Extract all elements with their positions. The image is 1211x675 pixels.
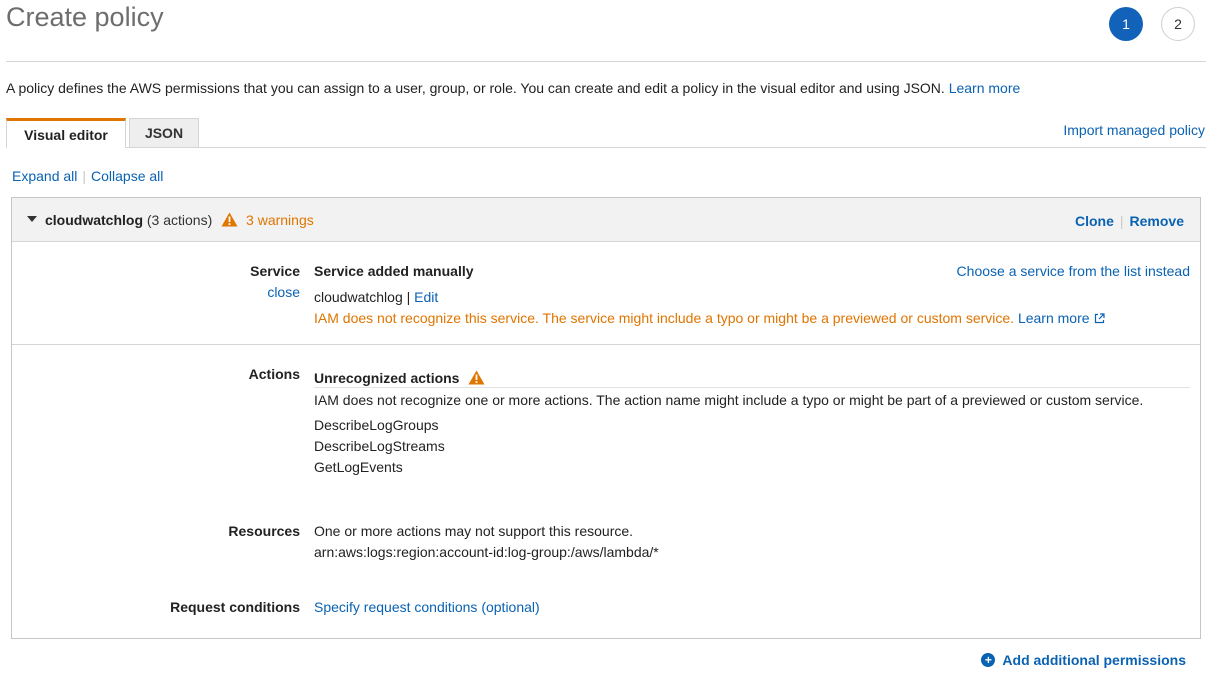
service-value: cloudwatchlog [314,289,403,305]
resource-arn: arn:aws:logs:region:account-id:log-group… [314,544,659,560]
add-permissions-button[interactable]: + Add additional permissions [981,652,1186,668]
separator: | [82,168,87,184]
separator: | [1119,213,1124,229]
warning-icon [221,212,238,230]
action-item: DescribeLogGroups [314,417,439,433]
expand-collapse-controls: Expand all | Collapse all [12,168,163,184]
header-divider [6,61,1206,62]
expand-all-link[interactable]: Expand all [12,168,77,184]
separator: | [406,289,411,305]
action-item: GetLogEvents [314,459,403,475]
statement-service-name: cloudwatchlog [45,212,143,228]
unrecognized-actions-title: Unrecognized actions [314,370,485,388]
step-1-indicator: 1 [1109,7,1143,41]
service-learn-more-label: Learn more [1017,310,1090,326]
clone-button[interactable]: Clone [1075,213,1114,229]
service-label: Service [250,263,300,279]
add-permissions-label: Add additional permissions [1002,652,1186,668]
intro-text: A policy defines the AWS permissions tha… [6,80,1020,96]
actions-label: Actions [248,366,300,382]
request-conditions-label: Request conditions [170,599,300,615]
statement-header[interactable]: cloudwatchlog (3 actions) 3 warnings Clo… [12,198,1200,242]
tab-visual-editor[interactable]: Visual editor [6,118,126,148]
service-warning-row: IAM does not recognize this service. The… [314,310,1105,327]
service-edit-link[interactable]: Edit [414,289,438,305]
statement-warnings[interactable]: 3 warnings [246,212,314,228]
remove-button[interactable]: Remove [1130,213,1184,229]
import-managed-policy-link[interactable]: Import managed policy [1063,122,1205,138]
resources-warning: One or more actions may not support this… [314,523,634,539]
intro-learn-more-link[interactable]: Learn more [949,80,1021,96]
specify-conditions-link[interactable]: Specify request conditions (optional) [314,599,540,615]
action-item: DescribeLogStreams [314,438,445,454]
statement-actions: Clone | Remove [1075,213,1184,229]
resources-label: Resources [228,523,300,539]
collapse-all-link[interactable]: Collapse all [91,168,163,184]
statement-title: cloudwatchlog (3 actions) 3 warnings [45,212,314,230]
service-close-link[interactable]: close [12,284,300,300]
unrecognized-actions-underline [314,387,1190,388]
section-divider [12,344,1200,345]
plus-circle-icon: + [981,653,996,667]
step-2-indicator[interactable]: 2 [1161,7,1195,41]
warning-icon [468,370,485,388]
actions-warning: IAM does not recognize one or more actio… [314,392,1144,408]
external-link-icon [1094,311,1105,327]
service-warning: IAM does not recognize this service. The… [314,310,1015,326]
intro-description: A policy defines the AWS permissions tha… [6,80,949,96]
tab-json[interactable]: JSON [129,118,199,148]
service-learn-more-link[interactable]: Learn more [1018,310,1105,326]
page-title: Create policy [6,2,164,32]
statement-actions-count: (3 actions) [146,212,213,228]
choose-service-link[interactable]: Choose a service from the list instead [957,263,1190,279]
service-added-title: Service added manually [314,263,474,279]
policy-statement-panel: cloudwatchlog (3 actions) 3 warnings Clo… [11,197,1201,639]
service-value-row: cloudwatchlog | Edit [314,289,438,305]
caret-down-icon[interactable] [27,216,37,222]
unrecognized-actions-label: Unrecognized actions [314,370,460,386]
tabs-divider [6,147,1206,148]
